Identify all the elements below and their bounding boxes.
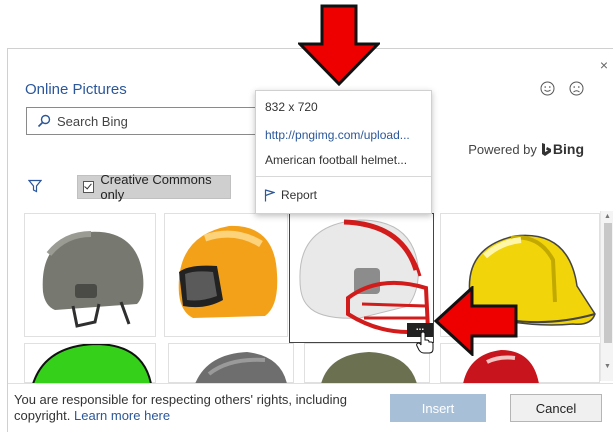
image-info-popup: 832 x 720 http://pngimg.com/upload... Am… [255, 90, 432, 214]
image-thumbnail[interactable] [168, 343, 294, 384]
image-thumbnail[interactable] [164, 213, 288, 337]
image-dimensions: 832 x 720 [265, 100, 318, 114]
search-icon [37, 114, 51, 128]
bing-logo: Bing [541, 141, 584, 157]
creative-commons-label: Creative Commons only [100, 172, 212, 202]
close-icon[interactable]: × [600, 57, 608, 73]
frown-feedback-icon[interactable] [569, 81, 584, 96]
legal-text: You are responsible for respecting other… [14, 392, 347, 423]
popup-divider [256, 176, 431, 177]
image-results-grid [8, 211, 608, 384]
image-thumbnail[interactable] [24, 213, 156, 337]
results-scrollbar[interactable]: ▲ ▼ [600, 211, 613, 381]
gray-helmet-image [195, 352, 287, 384]
dialog-footer: You are responsible for respecting other… [8, 383, 613, 432]
red-arrow-left-annotation [434, 286, 518, 356]
red-arrow-down-annotation [298, 4, 380, 86]
cancel-button[interactable]: Cancel [510, 394, 602, 422]
search-box[interactable] [26, 107, 260, 135]
olive-military-helmet-image [321, 352, 417, 384]
learn-more-link[interactable]: Learn more here [74, 408, 170, 423]
insert-button[interactable]: Insert [390, 394, 486, 422]
search-input[interactable] [55, 111, 259, 131]
scroll-up-icon[interactable]: ▲ [604, 213, 611, 220]
creative-commons-filter[interactable]: Creative Commons only [77, 172, 231, 202]
bing-brand-text: Bing [552, 141, 584, 157]
dialog-title: Online Pictures [25, 81, 127, 98]
gray-military-helmet-image [42, 231, 144, 328]
report-label: Report [281, 188, 318, 202]
smile-feedback-icon[interactable] [540, 81, 555, 96]
bing-b-icon [541, 142, 551, 156]
legal-notice: You are responsible for respecting other… [14, 392, 354, 424]
powered-by-label: Powered by [468, 141, 537, 157]
image-name: American football helmet... [265, 153, 408, 167]
orange-motorcycle-helmet-image [178, 225, 278, 318]
scrollbar-thumb[interactable] [604, 223, 612, 343]
powered-by-bing: Powered by Bing [468, 141, 584, 157]
hand-cursor-icon [416, 332, 434, 354]
image-source-link[interactable]: http://pngimg.com/upload... [265, 128, 425, 142]
filter-icon[interactable] [28, 179, 42, 193]
green-helmet-image [31, 344, 153, 384]
report-menu-item[interactable]: Report [264, 188, 424, 202]
creative-commons-checkbox[interactable] [83, 181, 95, 193]
image-thumbnail[interactable] [24, 343, 156, 384]
image-thumbnail[interactable] [304, 343, 430, 384]
scroll-down-icon[interactable]: ▼ [604, 363, 611, 370]
flag-icon [264, 188, 275, 201]
